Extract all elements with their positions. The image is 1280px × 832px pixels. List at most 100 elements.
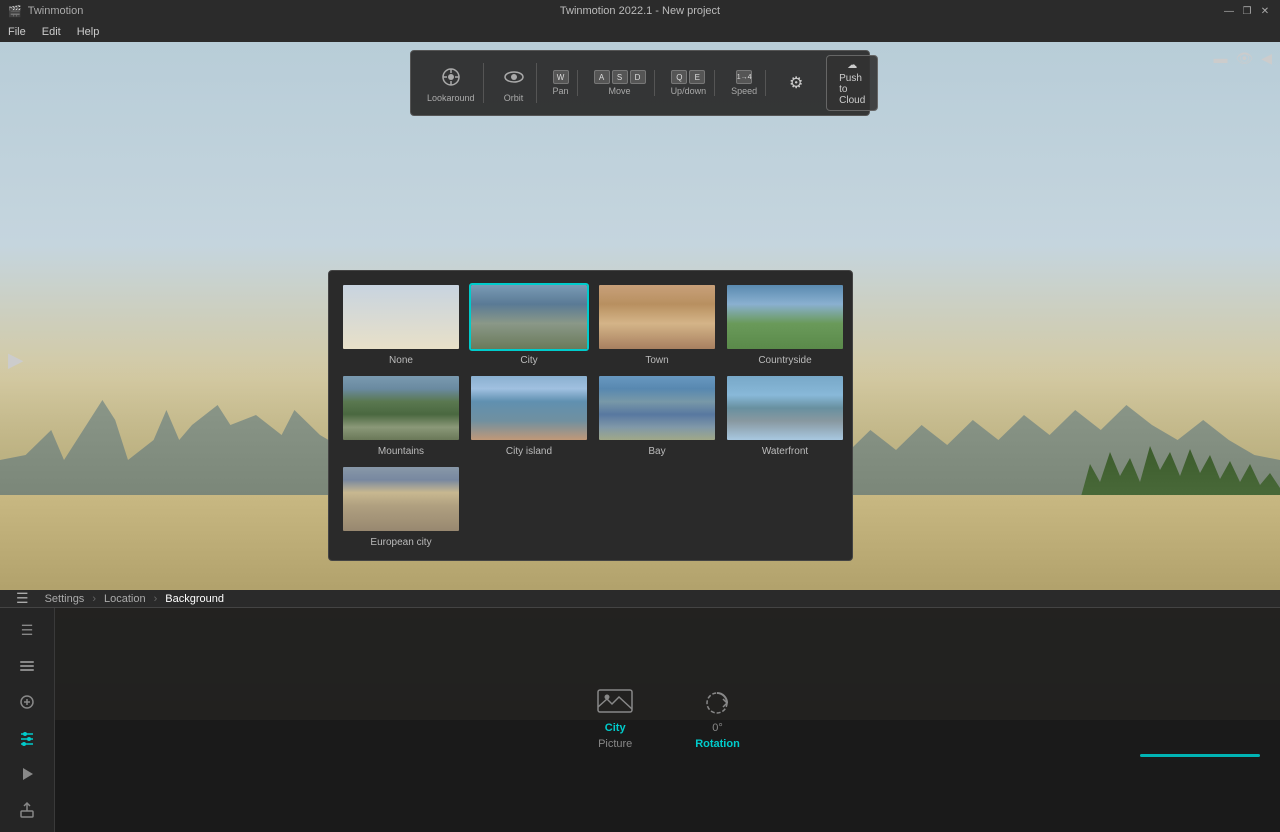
key-e: E: [689, 70, 705, 84]
bg-label-countryside: Countryside: [758, 355, 811, 366]
top-toolbar: Lookaround Orbit W Pan A S D Move Q E Up…: [410, 50, 870, 116]
push-to-cloud-label: Push to Cloud: [839, 73, 865, 106]
tab-bar-container: [55, 750, 1280, 757]
picture-label: Picture: [598, 738, 632, 750]
rotation-label: Rotation: [695, 738, 740, 750]
rotation-value: 0°: [712, 722, 723, 734]
sidebar-adjust-icon[interactable]: [9, 688, 45, 716]
bg-item-bay[interactable]: Bay: [597, 374, 717, 457]
sidebar-export-icon[interactable]: [9, 796, 45, 824]
bg-thumb-inner-city: [471, 285, 587, 349]
breadcrumb-background[interactable]: Background: [165, 593, 224, 605]
bg-thumb-inner-city-island: [471, 376, 587, 440]
window-title: Twinmotion 2022.1 - New project: [560, 0, 720, 22]
pan-keys: W: [553, 70, 569, 84]
sidebar-layers-icon[interactable]: [9, 652, 45, 680]
bg-thumb-countryside: [725, 283, 845, 351]
left-sidebar: ☰: [0, 608, 55, 832]
speed-keys: 1→4: [736, 70, 752, 84]
play-button[interactable]: ▶: [8, 348, 23, 373]
hamburger-icon[interactable]: ☰: [16, 590, 29, 607]
bg-item-european-city[interactable]: European city: [341, 465, 461, 548]
app-icon: 🎬: [8, 5, 22, 18]
bg-thumb-mountains: [341, 374, 461, 442]
breadcrumb-location[interactable]: Location: [104, 593, 146, 605]
window-controls[interactable]: — ❐ ✕: [1222, 4, 1272, 18]
bg-thumb-inner-mountains: [343, 376, 459, 440]
minimize-button[interactable]: —: [1222, 4, 1236, 18]
toolbar-updown: Q E Up/down: [663, 70, 716, 96]
updown-label: Up/down: [671, 86, 707, 96]
move-label: Move: [609, 86, 631, 96]
bg-label-city: City: [520, 355, 537, 366]
key-1: 1→4: [736, 70, 752, 84]
bottom-header: ☰ Settings › Location › Background: [0, 590, 1280, 608]
bottom-main: City Picture 0° Rotation: [55, 608, 1280, 832]
breadcrumb-settings[interactable]: Settings: [45, 593, 85, 605]
bg-item-mountains[interactable]: Mountains: [341, 374, 461, 457]
bg-label-bay: Bay: [648, 446, 665, 457]
toolbar-speed: 1→4 Speed: [723, 70, 766, 96]
bg-item-city[interactable]: City: [469, 283, 589, 366]
breadcrumb-sep-2: ›: [154, 593, 158, 605]
titlebar: 🎬 Twinmotion Twinmotion 2022.1 - New pro…: [0, 0, 1280, 22]
sidebar-play-icon[interactable]: [9, 760, 45, 788]
picture-control[interactable]: City Picture: [595, 688, 635, 750]
bg-thumb-inner-bay: [599, 376, 715, 440]
bottom-content: ☰: [0, 608, 1280, 832]
app-title: 🎬 Twinmotion: [8, 5, 83, 18]
move-keys: A S D: [594, 70, 646, 84]
toolbar-lookaround: Lookaround: [419, 63, 484, 103]
menubar: File Edit Help: [0, 22, 1280, 42]
bg-label-none: None: [389, 355, 413, 366]
push-to-cloud-button[interactable]: ☁ Push to Cloud: [826, 55, 878, 111]
key-q: Q: [671, 70, 687, 84]
orbit-label: Orbit: [504, 93, 524, 103]
toolbar-settings[interactable]: ⚙: [774, 69, 818, 97]
sidebar-menu-icon[interactable]: ☰: [9, 616, 45, 644]
bg-label-waterfront: Waterfront: [762, 446, 808, 457]
bg-thumb-inner-waterfront: [727, 376, 843, 440]
menu-edit[interactable]: Edit: [42, 26, 61, 38]
orbit-icon: [500, 63, 528, 91]
close-button[interactable]: ✕: [1258, 4, 1272, 18]
settings-icon[interactable]: ⚙: [782, 69, 810, 97]
toolbar-pan: W Pan: [545, 70, 578, 96]
maximize-button[interactable]: ❐: [1240, 4, 1254, 18]
key-d: D: [630, 70, 646, 84]
bg-item-waterfront[interactable]: Waterfront: [725, 374, 845, 457]
bg-thumb-inner-european-city: [343, 467, 459, 531]
rotation-control[interactable]: 0° Rotation: [695, 688, 740, 750]
active-tab-indicator: [1140, 754, 1260, 757]
lookaround-icon: [437, 63, 465, 91]
bg-label-town: Town: [645, 355, 668, 366]
lookaround-label: Lookaround: [427, 93, 475, 103]
bottom-panel: ☰ Settings › Location › Background ☰: [0, 590, 1280, 720]
bg-thumb-european-city: [341, 465, 461, 533]
menu-help[interactable]: Help: [77, 26, 100, 38]
app-name: Twinmotion: [28, 5, 84, 17]
menu-file[interactable]: File: [8, 26, 26, 38]
bg-item-city-island[interactable]: City island: [469, 374, 589, 457]
bg-item-countryside[interactable]: Countryside: [725, 283, 845, 366]
bg-thumb-town: [597, 283, 717, 351]
key-s: S: [612, 70, 628, 84]
bg-label-city-island: City island: [506, 446, 552, 457]
rotation-icon: [697, 688, 737, 718]
bg-item-none[interactable]: None: [341, 283, 461, 366]
breadcrumb-sep-1: ›: [92, 593, 96, 605]
toolbar-orbit: Orbit: [492, 63, 537, 103]
cloud-icon: ☁: [847, 60, 857, 71]
bg-item-town[interactable]: Town: [597, 283, 717, 366]
right-toolbar: ▬ 👁 ◀: [1213, 50, 1272, 67]
eye-icon[interactable]: 👁: [1235, 50, 1253, 67]
bg-thumb-city: [469, 283, 589, 351]
bg-thumb-inner-countryside: [727, 285, 843, 349]
bg-thumb-waterfront: [725, 374, 845, 442]
arrow-icon[interactable]: ◀: [1261, 50, 1272, 67]
bg-thumb-inner-none: [343, 285, 459, 349]
sidebar-sliders-icon[interactable]: [9, 724, 45, 752]
view-mode-icon[interactable]: ▬: [1213, 50, 1227, 67]
toolbar-move: A S D Move: [586, 70, 655, 96]
bg-thumb-bay: [597, 374, 717, 442]
